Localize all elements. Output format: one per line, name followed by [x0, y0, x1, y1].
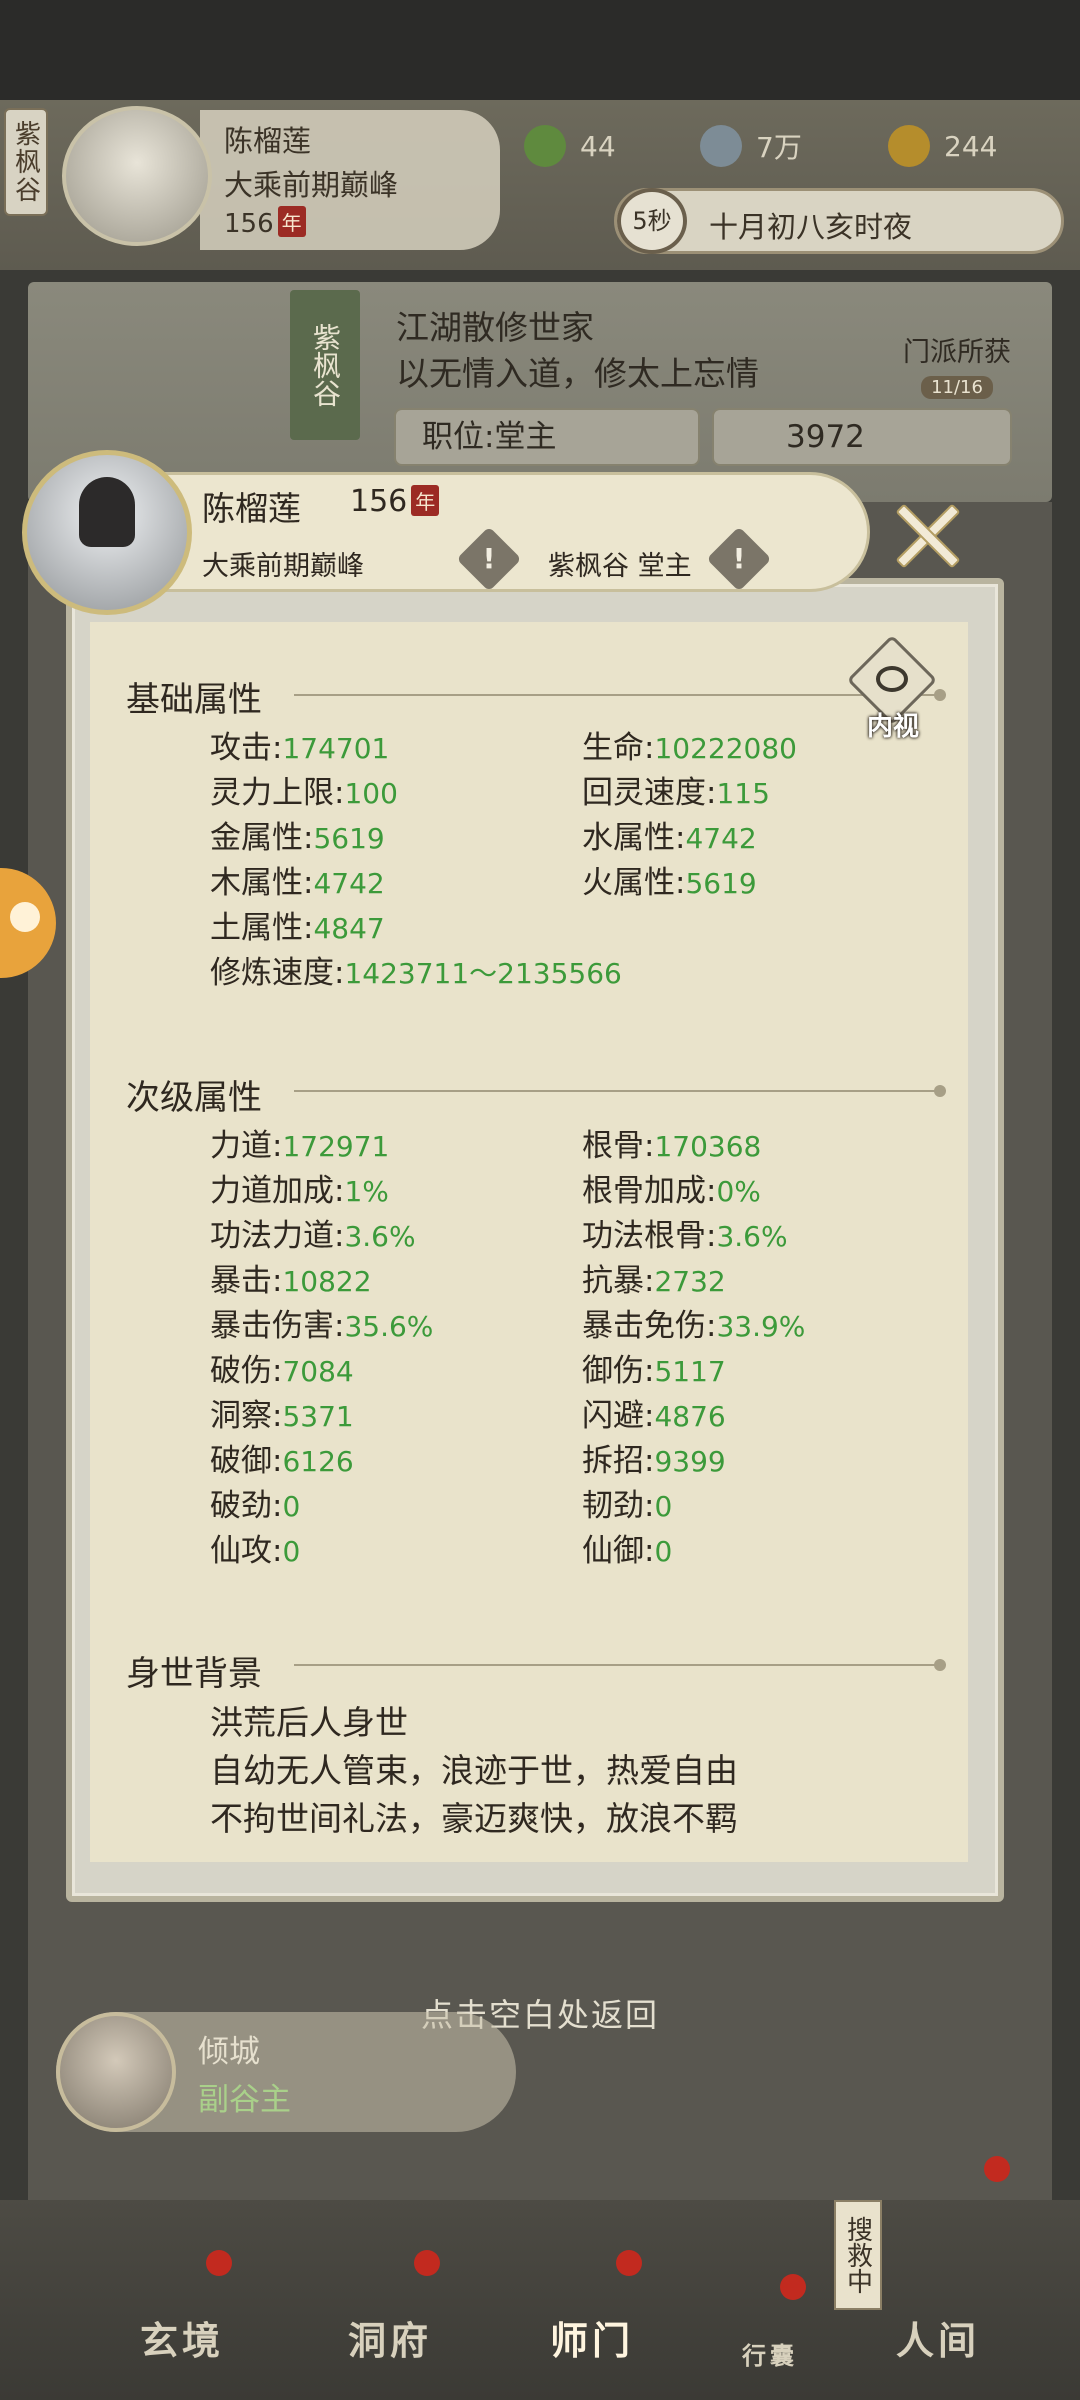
notification-dot: [206, 2250, 232, 2276]
sect-desc-line-2: 以无情入道，修太上忘情: [396, 354, 759, 393]
stat-row: 韧劲:0: [582, 1488, 673, 1524]
resource-leaf[interactable]: 44: [524, 118, 616, 174]
sect-reward-button[interactable]: 门派所获 11/16: [882, 330, 1032, 400]
resource-value: 7万: [756, 131, 802, 164]
stat-row: 暴击免伤:33.9%: [582, 1308, 806, 1344]
resource-value: 244: [944, 129, 998, 163]
stat-row: 暴击:10822: [210, 1263, 372, 1299]
inner-view-button[interactable]: 内视: [846, 634, 938, 742]
stat-row: 暴击伤害:35.6%: [210, 1308, 434, 1344]
stat-row: 火属性:5619: [582, 865, 757, 901]
status-strip: [0, 0, 1080, 100]
player-name-card[interactable]: 陈榴莲 大乘前期巅峰 156 年: [200, 110, 500, 250]
player-avatar[interactable]: [62, 106, 212, 246]
sect-description: 江湖散修世家 以无情入道，修太上忘情: [396, 305, 759, 397]
stat-row: 土属性:4847: [210, 910, 385, 946]
inner-view-label: 内视: [866, 712, 919, 742]
timer-seconds: 5秒: [617, 188, 687, 254]
notification-dot: [616, 2250, 642, 2276]
stat-row: 生命:10222080: [582, 730, 797, 766]
realm-info-icon[interactable]: !: [456, 526, 522, 592]
deputy-avatar: [56, 2012, 176, 2132]
year-badge: 年: [411, 485, 440, 516]
modal-name: 陈榴莲: [202, 489, 301, 528]
notification-dot: [780, 2274, 806, 2300]
stat-row: 力道加成:1%: [210, 1173, 389, 1209]
nav-item-renjian[interactable]: 人间: [896, 2310, 980, 2365]
resource-value: 44: [580, 129, 616, 163]
sect-desc-line-1: 江湖散修世家: [396, 308, 594, 347]
modal-age: 156 年: [350, 484, 440, 519]
section-divider: [294, 1659, 946, 1671]
deputy-title: 副谷主: [198, 2082, 291, 2118]
stat-row: 木属性:4742: [210, 865, 385, 901]
deputy-name: 倾城: [198, 2034, 260, 2070]
sect-info-icon[interactable]: !: [706, 526, 772, 592]
contribution-field: 3972: [712, 408, 1012, 466]
background-title: 身世背景: [126, 1654, 262, 1694]
stat-row: 仙御:0: [582, 1533, 673, 1569]
stat-row: 拆招:9399: [582, 1443, 726, 1479]
sect-side-tab[interactable]: 紫枫谷: [4, 108, 48, 216]
notification-dot: [984, 2156, 1010, 2182]
stat-row: 金属性:5619: [210, 820, 385, 856]
notification-dot: [414, 2250, 440, 2276]
player-name: 陈榴莲: [224, 124, 312, 158]
stat-row: 回灵速度:115: [582, 775, 770, 811]
stat-row: 破伤:7084: [210, 1353, 354, 1389]
nav-item-dongfu[interactable]: 洞府: [348, 2310, 432, 2365]
background-line: 自幼无人管束，浪迹于世，热爱自由: [210, 1751, 738, 1790]
stat-row: 破劲:0: [210, 1488, 301, 1524]
section-divider: [294, 1085, 946, 1097]
game-time-pill[interactable]: 5秒 十月初八亥时夜: [614, 188, 1064, 254]
secondary-stats-title: 次级属性: [126, 1078, 262, 1118]
stat-row: 洞察:5371: [210, 1398, 354, 1434]
stat-row: 御伤:5117: [582, 1353, 726, 1389]
nav-item-shimen[interactable]: 师门: [550, 2310, 634, 2365]
background-line: 不拘世间礼法，豪迈爽快，放浪不羁: [210, 1799, 738, 1838]
stat-row: 破御:6126: [210, 1443, 354, 1479]
stat-row: 水属性:4742: [582, 820, 757, 856]
stat-row: 灵力上限:100: [210, 775, 398, 811]
stat-row: 仙攻:0: [210, 1533, 301, 1569]
section-divider: [294, 689, 946, 701]
bottom-nav: [0, 2200, 1080, 2400]
resource-coin[interactable]: 7万: [700, 118, 802, 174]
rescue-tag[interactable]: 搜救中: [834, 2200, 882, 2310]
basic-stats-title: 基础属性: [126, 680, 262, 720]
game-time: 十月初八亥时夜: [709, 210, 913, 244]
modal-sect-role: 紫枫谷 堂主: [548, 551, 692, 582]
resource-ingot[interactable]: 244: [888, 118, 997, 174]
stat-row: 根骨:170368: [582, 1128, 762, 1164]
deputy-card[interactable]: 倾城 副谷主: [56, 2012, 516, 2132]
stat-row: 力道:172971: [210, 1128, 390, 1164]
modal-avatar: [22, 450, 192, 615]
stat-row: 修炼速度:1423711～2135566: [210, 955, 622, 991]
leaf-icon: [524, 125, 566, 167]
ingot-icon: [888, 125, 930, 167]
stat-row: 攻击:174701: [210, 730, 390, 766]
coin-icon: [700, 125, 742, 167]
sect-reward-count: 11/16: [921, 376, 993, 399]
close-icon[interactable]: [886, 494, 966, 574]
player-realm: 大乘前期巅峰: [224, 168, 399, 202]
modal-realm: 大乘前期巅峰: [202, 551, 364, 582]
stat-row: 闪避:4876: [582, 1398, 726, 1434]
nav-item-xingnang[interactable]: 行囊: [742, 2336, 798, 2371]
year-badge: 年: [277, 206, 306, 237]
eye-pupil: [876, 666, 908, 692]
stat-row: 根骨加成:0%: [582, 1173, 761, 1209]
nav-item-xuanjing[interactable]: 玄境: [140, 2310, 224, 2365]
stat-row: 抗暴:2732: [582, 1263, 726, 1299]
sect-stamp: 紫枫谷: [290, 290, 360, 440]
position-field: 职位:堂主: [394, 408, 700, 466]
stat-row: 功法根骨:3.6%: [582, 1218, 788, 1254]
player-age: 156 年: [224, 206, 306, 239]
background-line: 洪荒后人身世: [210, 1703, 408, 1742]
sect-reward-label: 门派所获: [903, 337, 1011, 368]
stat-row: 功法力道:3.6%: [210, 1218, 416, 1254]
